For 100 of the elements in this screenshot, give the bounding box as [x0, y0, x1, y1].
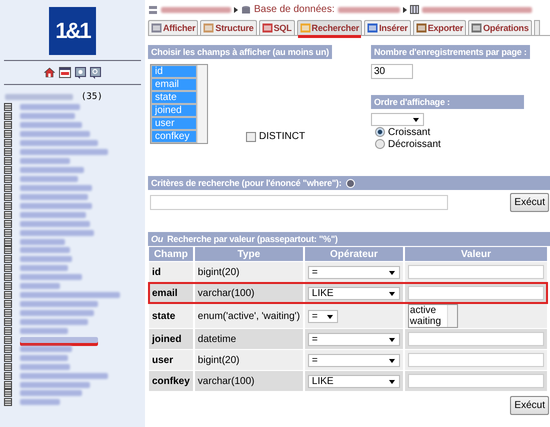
blurred-table-link[interactable] [20, 292, 120, 298]
table-icon[interactable] [4, 318, 12, 326]
scrollbar[interactable] [197, 65, 207, 143]
value-field[interactable] [408, 374, 544, 388]
blurred-table-link[interactable] [20, 274, 82, 280]
table-icon[interactable] [4, 157, 12, 166]
blurred-table-link[interactable] [20, 167, 84, 174]
operator-dropdown[interactable]: = [308, 266, 400, 278]
blurred-table-link[interactable] [20, 212, 86, 218]
value-field[interactable] [408, 264, 544, 279]
tab[interactable]: Rechercher [296, 20, 362, 35]
table-icon[interactable] [4, 326, 12, 335]
blurred-table-link[interactable] [20, 184, 92, 191]
operator-dropdown[interactable]: = [308, 310, 338, 322]
blurred-table-link[interactable] [20, 131, 90, 138]
blurred-table-link[interactable] [20, 149, 108, 156]
table-icon[interactable] [4, 273, 12, 282]
table-icon[interactable] [4, 192, 12, 201]
table-icon[interactable] [4, 166, 12, 174]
blurred-table-link[interactable] [20, 346, 72, 352]
blurred-table-link[interactable] [20, 247, 70, 254]
blurred-table-link[interactable] [20, 336, 98, 343]
table-icon[interactable] [4, 121, 12, 130]
table-icon[interactable] [4, 362, 12, 371]
blurred-table-link[interactable] [20, 399, 60, 406]
sql-window-icon[interactable] [59, 67, 71, 78]
table-icon[interactable] [4, 372, 12, 380]
tab[interactable]: SQL [258, 20, 295, 35]
blurred-table-link[interactable] [20, 318, 88, 325]
blurred-server-link[interactable] [161, 6, 231, 12]
scrollbar[interactable] [446, 305, 457, 327]
table-icon[interactable] [4, 344, 12, 353]
search-icon[interactable] [90, 66, 101, 78]
table-icon[interactable] [4, 139, 12, 148]
radio-button[interactable] [375, 139, 385, 149]
table-icon[interactable] [4, 112, 12, 120]
blurred-table-link[interactable] [20, 364, 70, 370]
blurred-table-link[interactable] [20, 256, 72, 262]
tab[interactable]: Afficher [148, 20, 198, 35]
execute-button[interactable]: Exécut [510, 193, 549, 212]
table-icon[interactable] [4, 103, 12, 112]
table-icon[interactable] [4, 291, 12, 300]
table-icon[interactable] [4, 282, 12, 290]
blurred-table-link[interactable] [20, 113, 75, 120]
table-icon[interactable] [4, 148, 12, 156]
table-icon[interactable] [4, 174, 12, 183]
tab[interactable]: Opérations [468, 20, 532, 35]
table-icon[interactable] [4, 336, 12, 344]
table-icon[interactable] [4, 228, 12, 237]
help-icon[interactable] [75, 66, 86, 78]
blurred-table-link[interactable] [20, 238, 65, 245]
blurred-table-link[interactable] [20, 265, 68, 272]
input-field[interactable]: 30 [371, 64, 413, 79]
table-icon[interactable] [4, 184, 12, 192]
tab[interactable]: Insérer [364, 20, 411, 35]
table-icon[interactable] [4, 264, 12, 272]
value-field[interactable] [408, 352, 544, 367]
table-icon[interactable] [4, 202, 12, 210]
blurred-table-link[interactable] [20, 202, 92, 209]
radio-button[interactable] [375, 127, 385, 137]
table-icon[interactable] [4, 354, 12, 362]
tab[interactable]: Structure [200, 20, 257, 35]
blurred-table-link[interactable] [20, 354, 68, 361]
help-icon[interactable] [346, 178, 355, 188]
blurred-table-link[interactable] [20, 176, 78, 182]
table-icon[interactable] [4, 398, 12, 406]
table-icon[interactable] [4, 380, 12, 389]
blurred-table-link[interactable] [20, 283, 60, 290]
blurred-table-link[interactable] [20, 328, 68, 334]
blurred-table-link[interactable] [20, 372, 108, 379]
home-icon[interactable] [44, 67, 55, 78]
blurred-table-link[interactable] [20, 194, 88, 200]
table-icon[interactable] [4, 220, 12, 228]
table-icon[interactable] [4, 238, 12, 246]
blurred-table-link[interactable] [20, 104, 80, 110]
operator-dropdown[interactable]: = [308, 354, 400, 366]
blurred-table-link[interactable] [20, 220, 90, 227]
blurred-table-link[interactable] [20, 382, 90, 388]
operator-dropdown[interactable]: = [308, 332, 400, 346]
list-option[interactable]: active [408, 305, 447, 316]
blurred-table-link[interactable] [20, 301, 98, 308]
blurred-table-link[interactable] [20, 230, 94, 236]
table-icon[interactable] [4, 309, 12, 318]
checkbox[interactable] [246, 132, 256, 142]
database-link[interactable]: Base de données: [254, 4, 335, 15]
logo[interactable]: 1&1 [49, 7, 96, 55]
blurred-table-link[interactable] [422, 6, 532, 12]
blurred-database-link[interactable] [338, 6, 400, 12]
blurred-table-link[interactable] [20, 140, 98, 146]
tab[interactable]: Exporter [412, 20, 466, 35]
execute-button[interactable]: Exécut [510, 396, 549, 415]
table-icon[interactable] [4, 255, 12, 264]
blurred-table-link[interactable] [20, 122, 82, 128]
table-icon[interactable] [4, 389, 12, 398]
operator-dropdown[interactable]: LIKE [308, 286, 400, 300]
blurred-table-link[interactable] [20, 310, 94, 316]
value-listbox[interactable]: active waiting [408, 304, 458, 328]
list-option[interactable]: waiting [408, 316, 447, 327]
table-icon[interactable] [4, 246, 12, 254]
input-field[interactable] [150, 195, 448, 210]
